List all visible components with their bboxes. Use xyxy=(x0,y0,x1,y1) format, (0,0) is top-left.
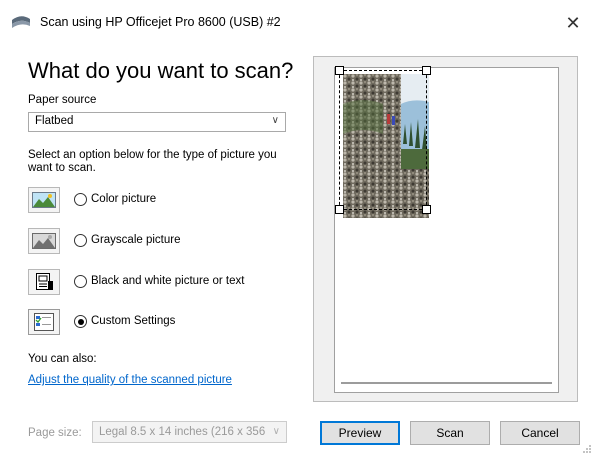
color-picture-label: Color picture xyxy=(91,193,157,205)
crop-handle-top-left[interactable] xyxy=(335,66,344,75)
title-bar: Scan using HP Officejet Pro 8600 (USB) #… xyxy=(0,0,594,46)
paper-source-label: Paper source xyxy=(28,94,97,106)
bw-picture-text-label: Black and white picture or text xyxy=(91,275,245,287)
paper-source-select[interactable]: Flatbed ∨ xyxy=(28,112,286,132)
footer-bar: Page size: Legal 8.5 x 14 inches (216 x … xyxy=(0,410,594,456)
option-color-picture[interactable]: Color picture xyxy=(28,187,288,215)
page-size-value: Legal 8.5 x 14 inches (216 x 356 xyxy=(99,426,266,438)
page-title: What do you want to scan? xyxy=(28,58,294,83)
page-size-label: Page size: xyxy=(28,427,82,439)
also-label: You can also: xyxy=(28,353,97,365)
option-custom-settings[interactable]: Custom Settings xyxy=(28,309,288,337)
crop-handle-bottom-right[interactable] xyxy=(422,205,431,214)
color-picture-icon[interactable] xyxy=(28,187,60,213)
cancel-button[interactable]: Cancel xyxy=(500,421,580,445)
chevron-down-icon: ∨ xyxy=(272,426,280,437)
scan-button[interactable]: Scan xyxy=(410,421,490,445)
crop-handle-bottom-left[interactable] xyxy=(335,205,344,214)
scanner-icon xyxy=(12,16,30,28)
close-button[interactable]: ✕ xyxy=(552,0,594,46)
grayscale-picture-label: Grayscale picture xyxy=(91,234,181,246)
color-picture-radio[interactable] xyxy=(74,193,87,206)
grayscale-picture-icon[interactable] xyxy=(28,228,60,254)
chevron-down-icon: ∨ xyxy=(271,115,279,126)
resize-grip-icon[interactable] xyxy=(582,444,592,454)
bw-picture-text-icon[interactable] xyxy=(28,269,60,295)
crop-selection[interactable] xyxy=(339,70,427,210)
window-title: Scan using HP Officejet Pro 8600 (USB) #… xyxy=(40,15,281,29)
option-bw-picture-text[interactable]: Black and white picture or text xyxy=(28,269,288,297)
paper-source-value: Flatbed xyxy=(35,115,74,127)
bw-picture-text-radio[interactable] xyxy=(74,275,87,288)
bed-edge xyxy=(341,382,552,384)
scan-settings-panel: What do you want to scan? Paper source F… xyxy=(0,46,300,396)
grayscale-picture-radio[interactable] xyxy=(74,234,87,247)
scanner-bed xyxy=(334,66,559,393)
custom-settings-icon[interactable] xyxy=(28,309,60,335)
preview-button[interactable]: Preview xyxy=(320,421,400,445)
page-size-select[interactable]: Legal 8.5 x 14 inches (216 x 356 ∨ xyxy=(92,421,287,443)
crop-handle-top-right[interactable] xyxy=(422,66,431,75)
option-grayscale-picture[interactable]: Grayscale picture xyxy=(28,228,288,256)
preview-area xyxy=(313,56,578,402)
adjust-quality-link[interactable]: Adjust the quality of the scanned pictur… xyxy=(28,374,232,386)
custom-settings-radio[interactable] xyxy=(74,315,87,328)
options-description: Select an option below for the type of p… xyxy=(28,149,277,174)
custom-settings-label: Custom Settings xyxy=(91,315,176,327)
